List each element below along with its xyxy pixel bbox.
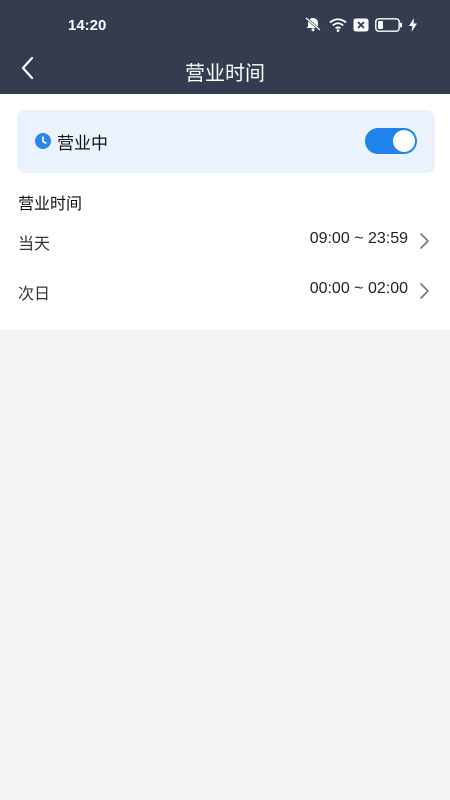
row-value: 00:00 ~ 02:00 (309, 280, 408, 297)
charging-icon (409, 17, 417, 36)
wifi-icon (329, 17, 347, 36)
mute-bell-icon (303, 16, 323, 36)
hours-panel: 营业中 营业时间 当天 09:00 ~ 23:59 次日 00:00 ~ 02:… (0, 94, 450, 330)
section-title: 营业时间 (18, 194, 83, 213)
battery-icon (375, 17, 403, 36)
page-title: 营业时间 (185, 61, 265, 85)
row-label: 当天 (18, 234, 51, 253)
toggle-knob (393, 130, 415, 152)
nav-bar: 营业时间 (0, 52, 450, 94)
sim-off-icon (353, 17, 369, 36)
hours-row-today[interactable]: 当天 09:00 ~ 23:59 (0, 216, 450, 264)
chevron-right-icon (418, 282, 430, 300)
hours-row-next-day[interactable]: 次日 00:00 ~ 02:00 (0, 266, 450, 314)
row-label: 次日 (18, 284, 51, 303)
clock-icon (35, 133, 51, 149)
open-status-label: 营业中 (57, 134, 108, 154)
status-time: 14:20 (68, 17, 107, 34)
row-value: 09:00 ~ 23:59 (309, 230, 408, 247)
status-bar: 14:20 (0, 0, 450, 52)
open-status-toggle[interactable] (365, 128, 417, 154)
status-icons (303, 17, 417, 35)
open-status-card: 营业中 (17, 110, 435, 173)
chevron-right-icon (418, 232, 430, 250)
app-header: 14:20 营业时间 (0, 0, 450, 94)
